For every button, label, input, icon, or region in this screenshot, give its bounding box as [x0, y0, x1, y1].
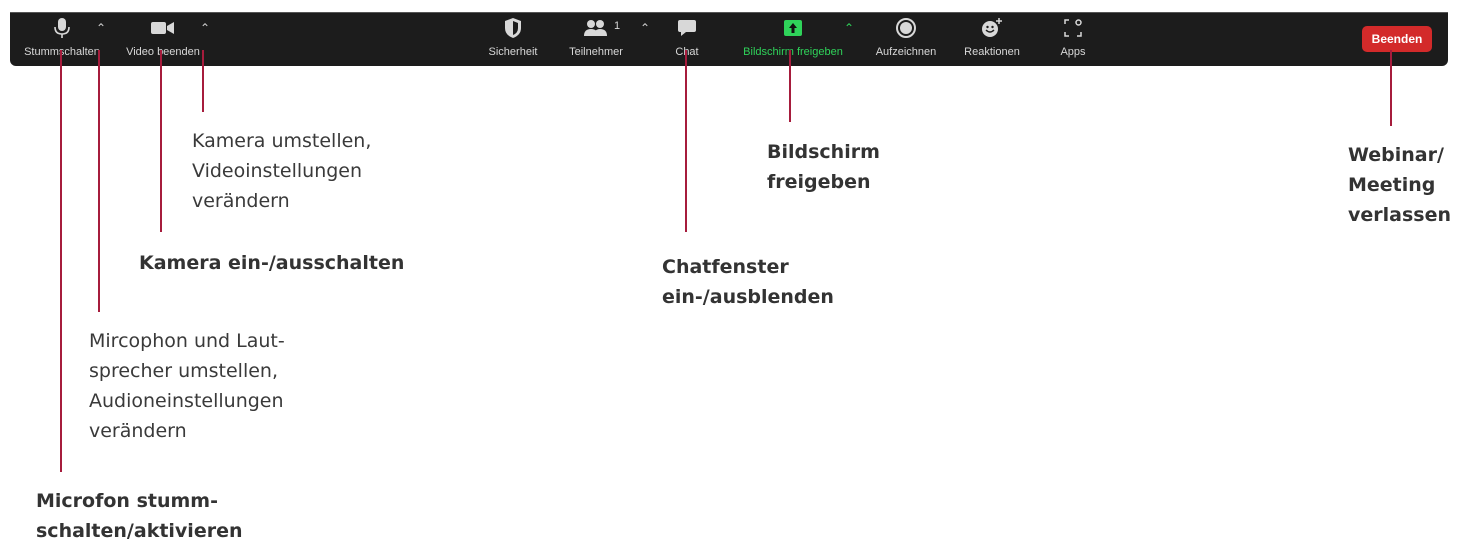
end-meeting-button[interactable]: Beenden — [1362, 26, 1432, 52]
participants-button[interactable]: 1 Teilnehmer — [560, 12, 632, 66]
audio-options-chevron-icon[interactable]: ⌃ — [96, 21, 106, 35]
mic-settings-annotation: Mircophon und Laut- sprecher umstellen, … — [89, 330, 285, 442]
record-label: Aufzeichnen — [875, 46, 937, 58]
apps-label: Apps — [1060, 46, 1086, 58]
security-label: Sicherheit — [488, 46, 538, 58]
mic-mute-annotation: Microfon stumm- schalten/aktivieren — [36, 490, 243, 542]
participants-count: 1 — [614, 20, 621, 32]
reactions-label: Reaktionen — [964, 46, 1020, 58]
apps-button[interactable]: Apps — [1050, 12, 1096, 66]
share-pointer-line — [789, 50, 791, 122]
microphone-icon — [54, 18, 70, 38]
chat-button[interactable]: Chat — [662, 12, 712, 66]
leave-pointer-line — [1390, 50, 1392, 126]
video-button[interactable]: Video beenden — [118, 12, 208, 66]
camera-toggle-annotation: Kamera ein-/ausschalten — [139, 252, 405, 274]
share-screen-icon — [784, 20, 802, 36]
share-options-chevron-icon[interactable]: ⌃ — [844, 21, 854, 35]
apps-icon — [1064, 19, 1082, 37]
share-screen-button[interactable]: Bildschirm freigeben — [732, 12, 854, 66]
video-options-chevron-icon[interactable]: ⌃ — [200, 21, 210, 35]
security-button[interactable]: Sicherheit — [478, 12, 548, 66]
reaction-smiley-icon — [982, 18, 1002, 37]
mic-settings-pointer-line — [98, 50, 100, 312]
share-label: Bildschirm freigeben — [743, 46, 843, 58]
video-label: Video beenden — [126, 46, 200, 58]
camera-settings-annotation: Kamera umstellen, Videoinstellungen verä… — [192, 130, 372, 212]
record-button[interactable]: Aufzeichnen — [866, 12, 946, 66]
chat-label: Chat — [675, 46, 699, 58]
chat-bubble-icon — [678, 20, 696, 36]
leave-annotation: Webinar/ Meeting verlassen — [1348, 144, 1452, 226]
camera-settings-pointer-line — [202, 50, 204, 112]
chat-pointer-line — [685, 50, 687, 232]
mic-mute-pointer-line — [60, 50, 62, 472]
reactions-button[interactable]: Reaktionen — [952, 12, 1032, 66]
video-camera-icon — [151, 22, 174, 34]
participants-options-chevron-icon[interactable]: ⌃ — [640, 21, 650, 35]
record-icon — [896, 18, 916, 38]
share-annotation: Bildschirm freigeben — [767, 141, 880, 193]
participants-icon — [584, 20, 607, 36]
shield-icon — [505, 18, 521, 38]
participants-label: Teilnehmer — [569, 46, 623, 58]
camera-toggle-pointer-line — [160, 50, 162, 232]
meeting-toolbar: Stummschalten ⌃ Video beenden ⌃ Sicherhe… — [10, 12, 1448, 66]
chat-annotation: Chatfenster ein-/ausblenden — [662, 256, 834, 308]
